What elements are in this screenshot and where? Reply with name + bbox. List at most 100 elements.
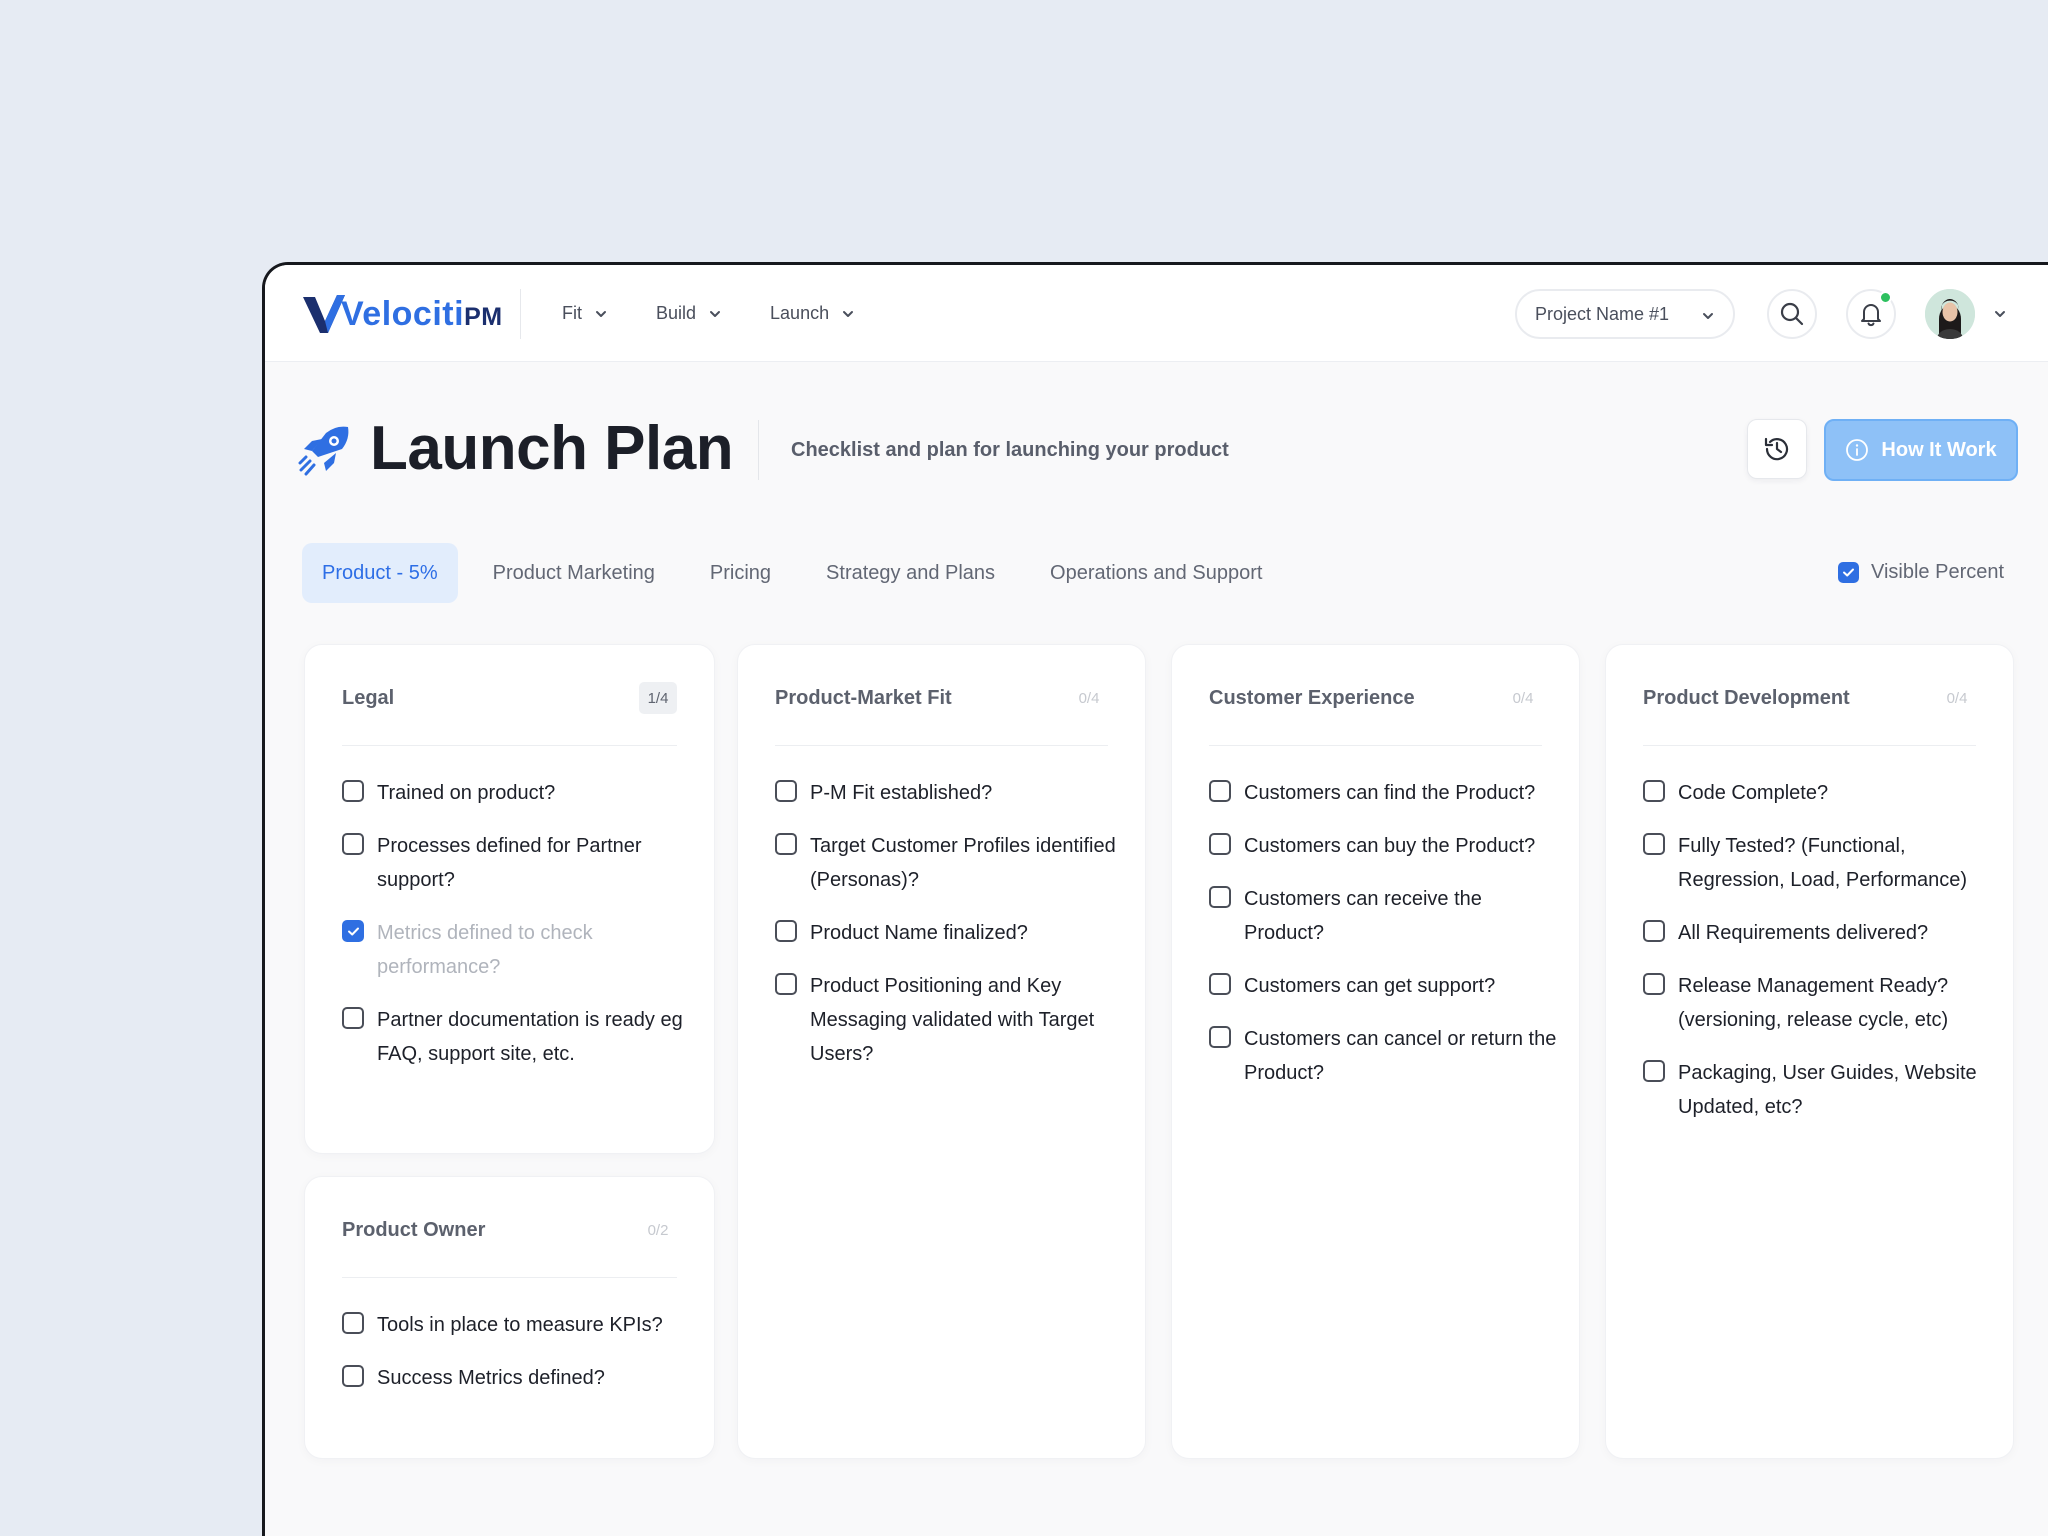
list-item[interactable]: Customers can find the Product? (1209, 776, 1559, 810)
divider (775, 745, 1108, 746)
list-item[interactable]: Code Complete? (1643, 776, 1993, 810)
list-item[interactable]: Customers can buy the Product? (1209, 829, 1559, 863)
visible-percent-label: Visible Percent (1871, 561, 2005, 583)
page-subtitle: Checklist and plan for launching your pr… (791, 439, 1229, 461)
item-text: Customers can receive the Product? (1244, 888, 1482, 944)
checkbox[interactable] (1643, 1060, 1665, 1082)
checklist: Tools in place to measure KPIs? Success … (342, 1308, 694, 1414)
item-text: Release Management Ready? (versioning, r… (1678, 975, 1949, 1031)
info-icon (1846, 439, 1869, 461)
checkbox[interactable] (775, 920, 797, 942)
list-item[interactable]: Customers can cancel or return the Produ… (1209, 1022, 1559, 1090)
item-text: Success Metrics defined? (377, 1367, 605, 1389)
list-item[interactable]: Customers can receive the Product? (1209, 882, 1559, 950)
card-customer-experience: Customer Experience 0/4 Customers can fi… (1171, 644, 1580, 1459)
visible-percent-checkbox[interactable] (1838, 562, 1859, 583)
checkbox[interactable] (1209, 1026, 1231, 1048)
checkbox[interactable] (1209, 973, 1231, 995)
item-text: Product Name finalized? (810, 922, 1028, 944)
list-item[interactable]: Trained on product? (342, 776, 694, 810)
list-item[interactable]: Processes defined for Partner support? (342, 829, 694, 897)
item-text: Processes defined for Partner support? (377, 835, 642, 891)
list-item[interactable]: Partner documentation is ready eg FAQ, s… (342, 1003, 694, 1071)
checkbox[interactable] (1643, 833, 1665, 855)
checkbox[interactable] (342, 1365, 364, 1387)
chevron-down-icon (596, 310, 606, 317)
nav-launch[interactable]: Launch (770, 303, 855, 324)
item-text: Customers can cancel or return the Produ… (1244, 1028, 1557, 1084)
card-product-development: Product Development 0/4 Code Complete? F… (1605, 644, 2014, 1459)
logo[interactable]: VelocitiPM (301, 291, 503, 337)
rocket-icon (298, 426, 349, 476)
top-bar: VelocitiPM Fit Build Launch Project Name… (265, 265, 2048, 362)
list-item[interactable]: P-M Fit established? (775, 776, 1125, 810)
card-count: 0/4 (1946, 689, 1968, 707)
divider (342, 745, 677, 746)
checkbox[interactable] (775, 973, 797, 995)
nav-build[interactable]: Build (656, 303, 722, 324)
card-title: Product-Market Fit (775, 686, 952, 709)
checkbox[interactable] (342, 1312, 364, 1334)
page-title: Launch Plan (370, 414, 734, 483)
visible-percent-toggle[interactable]: Visible Percent (1838, 561, 2004, 584)
tab-product-marketing[interactable]: Product Marketing (473, 543, 675, 603)
card-count: 0/4 (1078, 689, 1100, 707)
list-item[interactable]: Packaging, User Guides, Website Updated,… (1643, 1056, 1993, 1124)
top-nav: Fit Build Launch (562, 265, 903, 362)
divider (1209, 745, 1542, 746)
notifications-button[interactable] (1846, 289, 1896, 339)
tab-strategy-and-plans[interactable]: Strategy and Plans (806, 543, 1015, 603)
how-it-work-button[interactable]: How It Work (1824, 419, 2018, 481)
nav-fit[interactable]: Fit (562, 303, 608, 324)
divider (342, 1277, 677, 1278)
checkbox[interactable] (1209, 780, 1231, 802)
checkbox[interactable] (1209, 886, 1231, 908)
checkbox[interactable] (1643, 780, 1665, 802)
list-item[interactable]: Metrics defined to check performance? (342, 916, 694, 984)
tab-pricing[interactable]: Pricing (690, 543, 791, 603)
chevron-down-icon (710, 310, 721, 317)
item-text: All Requirements delivered? (1678, 922, 1929, 944)
item-text: Tools in place to measure KPIs? (377, 1314, 663, 1336)
checkbox[interactable] (1209, 833, 1231, 855)
history-icon (1764, 437, 1789, 461)
chevron-down-icon (1703, 313, 1713, 319)
avatar[interactable] (1925, 289, 1975, 339)
list-item[interactable]: Success Metrics defined? (342, 1361, 694, 1395)
list-item[interactable]: Product Positioning and Key Messaging va… (775, 969, 1125, 1071)
card-title: Legal (342, 686, 395, 709)
checkbox[interactable] (342, 1007, 364, 1029)
category-tabs: Product - 5% Product Marketing Pricing S… (302, 543, 1297, 603)
card-count: 1/4 (639, 682, 677, 714)
checkbox[interactable] (342, 780, 364, 802)
checkbox[interactable] (775, 833, 797, 855)
card-count: 0/4 (1512, 689, 1534, 707)
item-text: P-M Fit established? (810, 782, 993, 804)
list-item[interactable]: Release Management Ready? (versioning, r… (1643, 969, 1993, 1037)
checklist: Trained on product? Processes defined fo… (342, 776, 694, 1090)
nav-fit-label: Fit (562, 303, 582, 323)
project-select[interactable]: Project Name #1 (1515, 289, 1735, 339)
list-item[interactable]: Target Customer Profiles identified (Per… (775, 829, 1125, 897)
checkbox[interactable] (775, 780, 797, 802)
history-button[interactable] (1747, 419, 1807, 479)
check-icon (347, 927, 359, 935)
checkbox[interactable] (342, 833, 364, 855)
app-window: VelocitiPM Fit Build Launch Project Name… (262, 262, 2048, 1536)
tab-product[interactable]: Product - 5% (302, 543, 458, 603)
checkbox[interactable] (1643, 973, 1665, 995)
chevron-down-icon[interactable] (1993, 307, 2007, 321)
list-item[interactable]: Customers can get support? (1209, 969, 1559, 1003)
list-item[interactable]: Fully Tested? (Functional, Regression, L… (1643, 829, 1993, 897)
list-item[interactable]: All Requirements delivered? (1643, 916, 1993, 950)
checkbox[interactable] (342, 920, 364, 942)
card-title: Product Owner (342, 1218, 486, 1241)
tab-operations-and-support[interactable]: Operations and Support (1030, 543, 1282, 603)
list-item[interactable]: Tools in place to measure KPIs? (342, 1308, 694, 1342)
list-item[interactable]: Product Name finalized? (775, 916, 1125, 950)
item-text: Customers can buy the Product? (1244, 835, 1536, 857)
item-text: Target Customer Profiles identified (Per… (810, 835, 1116, 891)
checklist: Customers can find the Product? Customer… (1209, 776, 1559, 1109)
search-button[interactable] (1767, 289, 1817, 339)
checkbox[interactable] (1643, 920, 1665, 942)
